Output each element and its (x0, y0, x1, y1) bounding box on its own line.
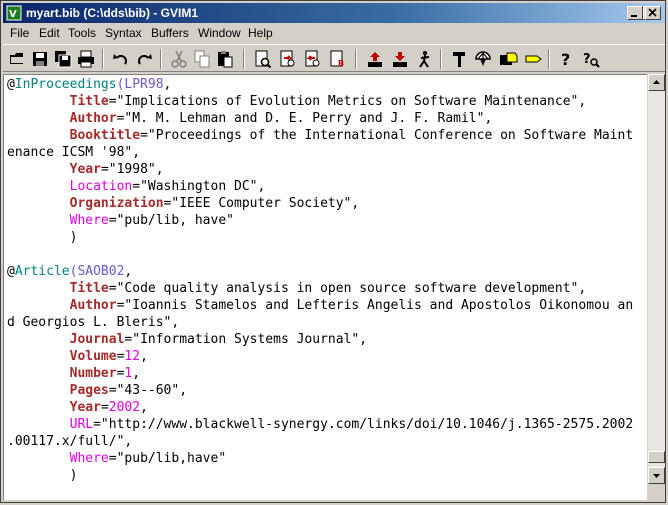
editor-line: Title="Code quality analysis in open sou… (69, 281, 587, 296)
editor-line: @Article(SAOB02, (7, 264, 133, 279)
editor-line: Year="1998", (69, 162, 164, 177)
save-icon[interactable] (30, 49, 50, 69)
close-button[interactable] (645, 6, 661, 20)
save-all-icon[interactable] (53, 49, 73, 69)
toolbar-separator (548, 49, 550, 69)
run-script-icon[interactable] (415, 49, 435, 69)
gvim-window: V myart.bib (C:\dds\bib) - GVIM1 File Ed… (0, 0, 666, 503)
toolbar-separator (440, 49, 442, 69)
svg-text:V: V (9, 9, 17, 20)
menu-file[interactable]: File (10, 26, 29, 40)
vertical-scrollbar[interactable] (648, 74, 665, 484)
toolbar-separator (355, 49, 357, 69)
find-next-icon[interactable] (278, 49, 298, 69)
editor-line: Author="Ioannis Stamelos and Lefteris An… (69, 298, 634, 313)
arrow-down-icon (653, 474, 660, 478)
toolbar: B ? ? (3, 44, 665, 72)
toolbar-separator (160, 49, 162, 69)
svg-text:?: ? (583, 52, 591, 67)
arrow-up-icon (653, 80, 660, 84)
find-prev-icon[interactable] (303, 49, 323, 69)
menu-edit[interactable]: Edit (39, 26, 60, 40)
tags-icon[interactable] (498, 49, 518, 69)
editor-line: Where="pub/lib,have" (69, 451, 227, 466)
editor-line: Pages="43--60", (69, 383, 188, 398)
title-bar[interactable]: V myart.bib (C:\dds\bib) - GVIM1 (3, 3, 665, 23)
find-icon[interactable] (253, 49, 273, 69)
editor-line: Booktitle="Proceedings of the Internatio… (69, 128, 634, 143)
menu-buffers[interactable]: Buffers (151, 26, 189, 40)
minimize-button[interactable] (627, 6, 643, 20)
toolbar-separator (102, 49, 104, 69)
editor-line: Title="Implications of Evolution Metrics… (69, 94, 587, 109)
minimize-icon (631, 15, 637, 17)
editor-line: Year=2002, (69, 400, 148, 415)
text-editor[interactable]: @InProceedings(LPR98, Title="Implication… (3, 74, 647, 500)
editor-line: Number=1, (69, 366, 141, 381)
print-icon[interactable] (76, 49, 96, 69)
editor-line: d Georgios L. Bleris", (7, 315, 180, 330)
scroll-up-button[interactable] (648, 74, 665, 91)
editor-line: ) (69, 230, 78, 245)
find-help-icon[interactable]: ? (581, 49, 601, 69)
editor-line: Author="M. M. Lehman and D. E. Perry and… (69, 111, 493, 126)
cut-icon[interactable] (169, 49, 189, 69)
editor-line: Location="Washington DC", (69, 179, 266, 194)
window-title: myart.bib (C:\dds\bib) - GVIM1 (26, 6, 199, 20)
editor-line: .00117.x/full/", (7, 434, 133, 449)
menu-help[interactable]: Help (248, 26, 273, 40)
redo-icon[interactable] (134, 49, 154, 69)
load-session-icon[interactable] (365, 49, 385, 69)
undo-icon[interactable] (111, 49, 131, 69)
svg-text:?: ? (561, 50, 570, 69)
scroll-down-button[interactable] (648, 467, 665, 484)
menu-bar: File Edit Tools Syntax Buffers Window He… (3, 24, 665, 42)
paste-icon[interactable] (215, 49, 235, 69)
editor-line: Where="pub/lib, have" (69, 213, 234, 228)
scroll-thumb[interactable] (648, 451, 665, 463)
vim-app-icon[interactable]: V (6, 5, 22, 21)
copy-icon[interactable] (192, 49, 212, 69)
tag-jump-icon[interactable] (523, 49, 543, 69)
editor-line: Volume=12, (69, 349, 148, 364)
editor-line: ) (69, 468, 78, 483)
editor-line: URL="http://www.blackwell-synergy.com/li… (69, 417, 634, 432)
replace-icon[interactable]: B (328, 49, 348, 69)
menu-window[interactable]: Window (198, 26, 241, 40)
open-icon[interactable] (7, 49, 27, 69)
toolbar-separator (243, 49, 245, 69)
make-icon[interactable] (449, 49, 469, 69)
menu-tools[interactable]: Tools (68, 26, 96, 40)
save-session-icon[interactable] (390, 49, 410, 69)
svg-text:B: B (338, 59, 344, 68)
editor-line: Journal="Information Systems Journal", (69, 332, 368, 347)
menu-syntax[interactable]: Syntax (105, 26, 142, 40)
shell-icon[interactable] (473, 49, 493, 69)
help-icon[interactable]: ? (556, 49, 576, 69)
editor-line: Organization="IEEE Computer Society", (69, 196, 360, 211)
editor-line: @InProceedings(LPR98, (7, 77, 172, 92)
editor-line: enance ICSM '98", (7, 145, 141, 160)
close-icon (648, 8, 657, 17)
